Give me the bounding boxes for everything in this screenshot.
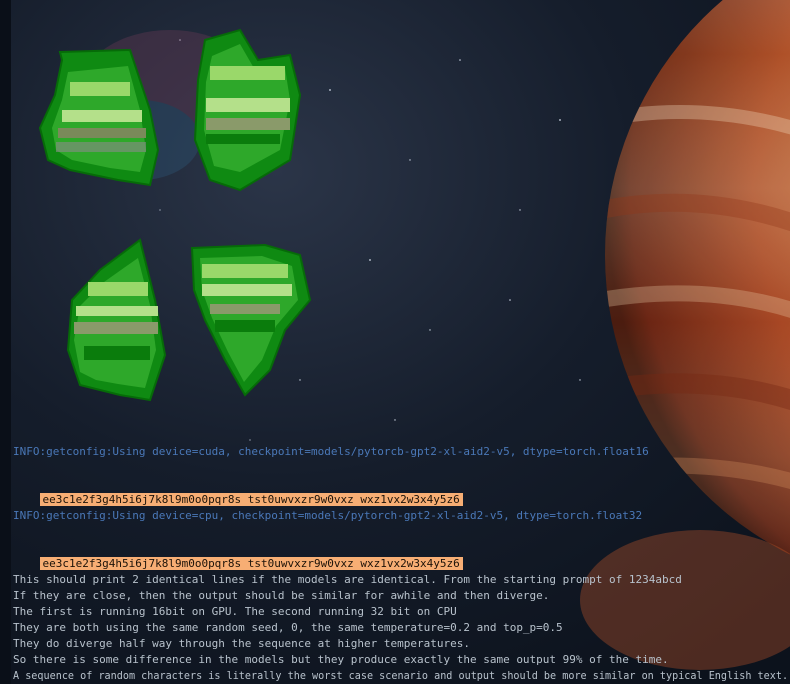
window-left-edge: [0, 0, 11, 684]
output-highlight-cuda: ee3c1e2f3g4h5i6j7k8l9m0o0pqr8s tst0uwvxz…: [39, 493, 463, 506]
explanation-line-2: If they are close, then the output shoul…: [13, 589, 550, 602]
explanation-line-6: So there is some difference in the model…: [13, 653, 669, 666]
explanation-line-7: A sequence of random characters is liter…: [13, 669, 789, 682]
explanation-line-1: This should print 2 identical lines if t…: [13, 573, 682, 586]
explanation-line-3: The first is running 16bit on GPU. The s…: [13, 605, 457, 618]
info-line-cpu: INFO:getconfig:Using device=cpu, checkpo…: [13, 509, 643, 522]
terminal-window[interactable]: INFO:getconfig:Using device=cuda, checkp…: [13, 0, 790, 684]
explanation-line-5: They do diverge half way through the seq…: [13, 637, 470, 650]
output-highlight-cpu: ee3c1e2f3g4h5i6j7k8l9m0o0pqr8s tst0uwvxz…: [39, 557, 463, 570]
explanation-line-4: They are both using the same random seed…: [13, 621, 563, 634]
info-line-cuda: INFO:getconfig:Using device=cuda, checkp…: [13, 445, 649, 458]
